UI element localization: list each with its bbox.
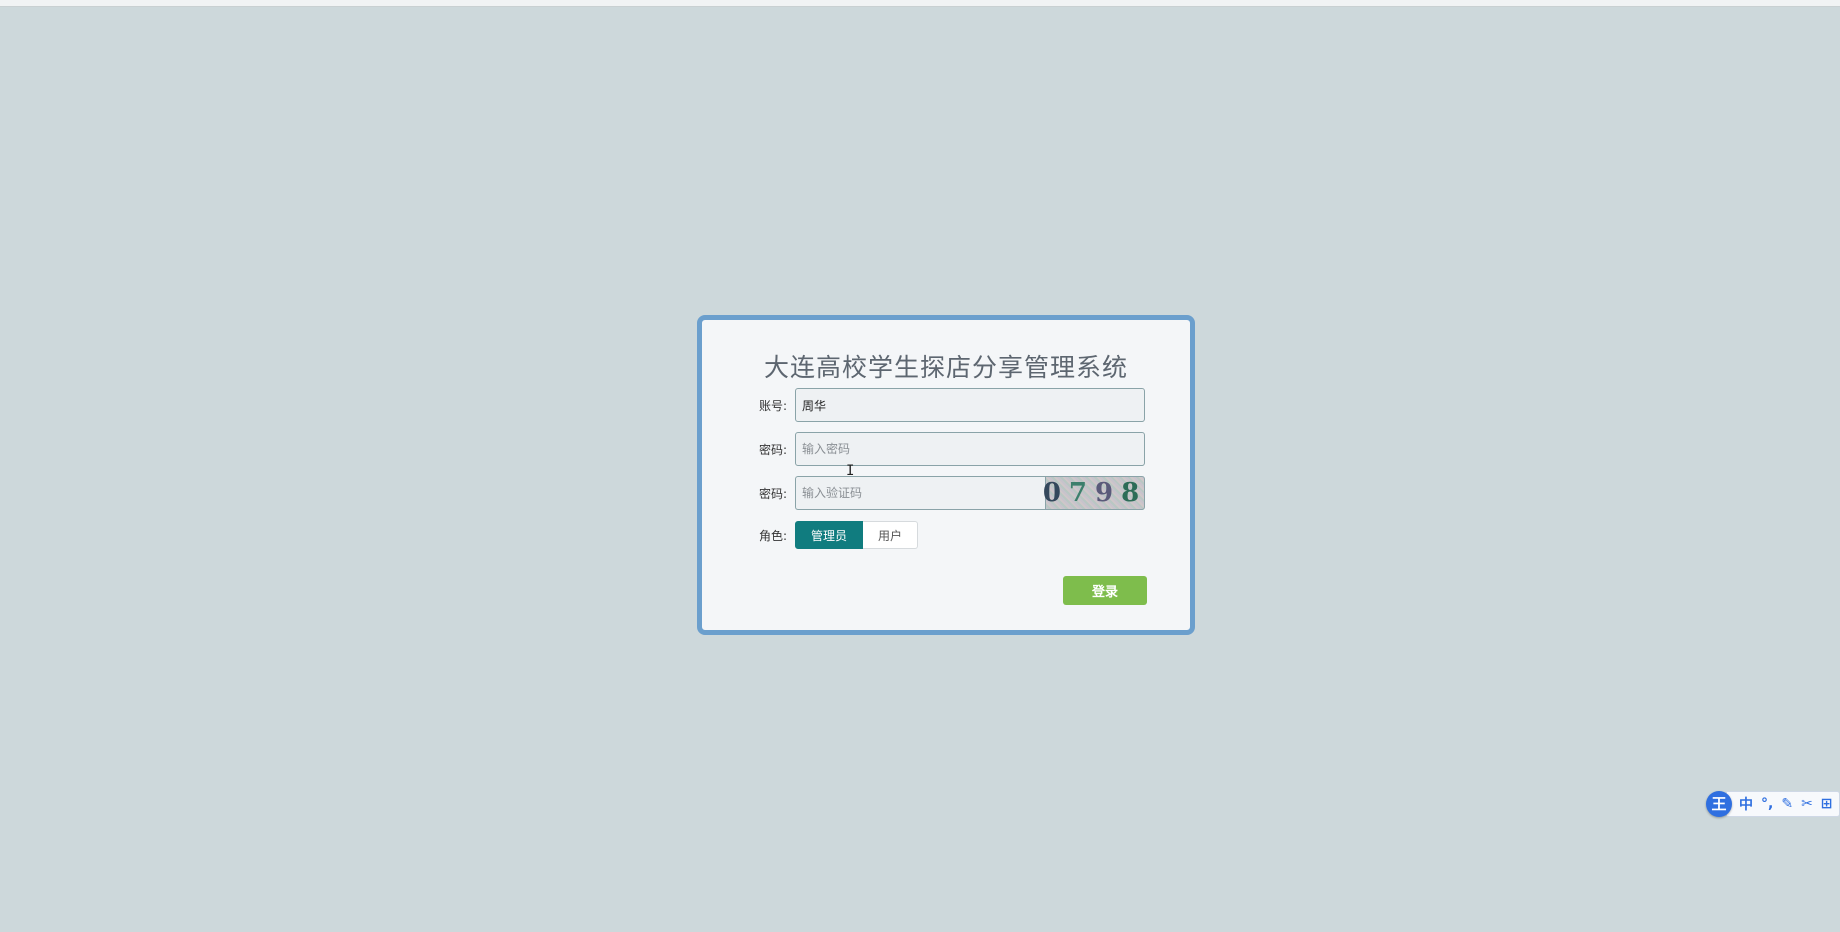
- text-cursor-icon: I: [846, 463, 855, 479]
- captcha-row: 密码: 0 7 9 8: [752, 476, 1145, 510]
- role-option-admin[interactable]: 管理员: [795, 521, 864, 549]
- login-card: 大连高校学生探店分享管理系统 账号: 密码: 密码: 0 7 9 8 角色: 管…: [697, 315, 1195, 635]
- ime-menu-icon[interactable]: ⊞: [1821, 796, 1833, 812]
- captcha-digit: 9: [1095, 478, 1122, 508]
- role-selector: 管理员 用户: [795, 521, 919, 549]
- captcha-digit: 7: [1068, 478, 1095, 508]
- ime-scissors-icon[interactable]: ✂: [1801, 796, 1813, 812]
- account-label: 账号:: [758, 398, 787, 413]
- ime-mode-icon[interactable]: 中: [1739, 794, 1753, 814]
- password-input[interactable]: [795, 432, 1145, 466]
- captcha-digit: 8: [1121, 478, 1148, 508]
- browser-top-edge: [0, 0, 1840, 7]
- ime-punctuation-icon[interactable]: °,: [1761, 796, 1773, 812]
- page-title: 大连高校学生探店分享管理系统: [763, 353, 1128, 382]
- captcha-group: 0 7 9 8: [795, 476, 1145, 510]
- ime-tools: 中 °, ✎ ✂ ⊞: [1726, 790, 1840, 817]
- ime-logo-icon[interactable]: 王: [1706, 790, 1732, 817]
- password-label: 密码:: [758, 442, 787, 457]
- account-row: 账号:: [752, 388, 1145, 422]
- ime-toolbar[interactable]: 王 中 °, ✎ ✂ ⊞: [1706, 790, 1840, 817]
- captcha-image[interactable]: 0 7 9 8: [1042, 476, 1148, 510]
- password-row: 密码:: [752, 432, 1145, 466]
- account-input[interactable]: [795, 388, 1145, 422]
- login-button[interactable]: 登录: [1063, 576, 1147, 605]
- captcha-digit: 0: [1042, 478, 1069, 508]
- role-label: 角色:: [758, 528, 787, 543]
- captcha-input[interactable]: [795, 476, 1045, 510]
- role-option-user[interactable]: 用户: [863, 521, 919, 549]
- captcha-label: 密码:: [758, 486, 787, 501]
- ime-pen-icon[interactable]: ✎: [1781, 796, 1793, 812]
- role-row: 角色: 管理员 用户: [752, 518, 919, 552]
